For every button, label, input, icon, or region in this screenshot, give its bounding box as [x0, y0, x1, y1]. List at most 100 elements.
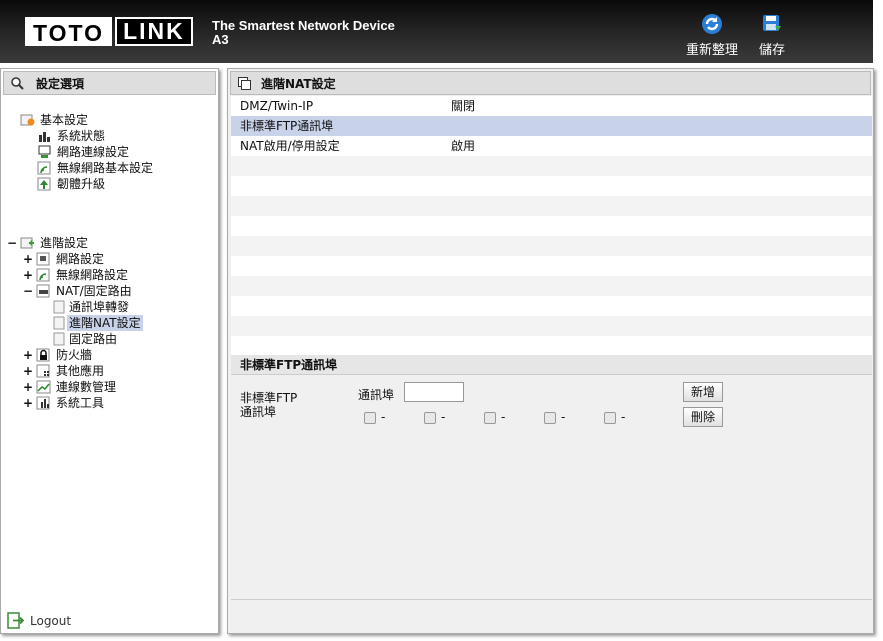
tree-item-network[interactable]: + 網路設定: [23, 251, 106, 267]
checkbox[interactable]: [364, 412, 376, 424]
port-entry-4[interactable]: -: [544, 410, 565, 424]
port-input[interactable]: [404, 382, 464, 402]
logout-icon: [7, 612, 24, 629]
tree-item-firewall[interactable]: + 防火牆: [23, 347, 94, 363]
tree-label: 基本設定: [40, 113, 89, 127]
wireless-icon: [36, 268, 50, 282]
port-entry-value: -: [381, 410, 386, 424]
save-icon: [763, 15, 781, 31]
logo-right: LINK: [115, 17, 193, 46]
empty-row: [231, 176, 872, 196]
expand-toggle[interactable]: +: [23, 347, 33, 363]
tree-label: 網路連線設定: [57, 145, 130, 159]
tagline: The Smartest Network Device A3: [212, 19, 395, 47]
page-title: 進階NAT設定: [261, 76, 336, 91]
checkbox[interactable]: [424, 412, 436, 424]
port-entry-2[interactable]: -: [424, 410, 445, 424]
row-nat-toggle[interactable]: NAT啟用/停用設定 啟用: [231, 136, 872, 156]
tagline-text: The Smartest Network Device: [212, 18, 395, 33]
row-key: DMZ/Twin-IP: [240, 99, 314, 113]
row-value: [451, 116, 872, 136]
tree-item-wireless[interactable]: + 無線網路設定: [23, 267, 130, 283]
router-icon: [36, 284, 50, 298]
tree-label: 其他應用: [56, 364, 105, 378]
port-entry-value: -: [621, 410, 626, 424]
tree-label: 系統狀態: [57, 129, 106, 143]
lock-icon: [36, 348, 50, 362]
empty-row: [231, 256, 872, 276]
tree-item-firmware[interactable]: 韌體升級: [37, 176, 107, 192]
ftp-label-line1: 非標準FTP: [240, 391, 298, 405]
totolink-logo: TOTO LINK: [25, 17, 193, 46]
top-header: TOTO LINK The Smartest Network Device A3…: [0, 0, 873, 63]
save-label: 儲存: [759, 43, 786, 58]
tools-icon: [36, 396, 50, 410]
section-title: 非標準FTP通訊埠: [231, 355, 872, 375]
tree-item-advanced-nat[interactable]: 進階NAT設定: [53, 315, 143, 331]
row-dmz[interactable]: DMZ/Twin-IP 關閉: [231, 96, 872, 116]
expand-toggle[interactable]: +: [23, 251, 33, 267]
expand-toggle[interactable]: +: [23, 267, 33, 283]
tree-item-connection-mgmt[interactable]: + 連線數管理: [23, 379, 118, 395]
sidebar: 設定選項 基本設定 系統狀態 網路連線設定 無線網路基本設定 韌體升級 − 進階…: [0, 68, 219, 634]
port-entry-1[interactable]: -: [364, 410, 385, 424]
port-label: 通訊埠: [358, 388, 395, 402]
expand-toggle[interactable]: +: [23, 395, 33, 411]
tree-label: 無線網路設定: [56, 268, 129, 282]
tree-label: 網路設定: [56, 252, 105, 266]
tree-label: NAT/固定路由: [56, 284, 132, 298]
sidebar-header: 設定選項: [3, 71, 216, 95]
tree-item-nat-routing[interactable]: − NAT/固定路由: [23, 283, 134, 299]
model-name: A3: [212, 32, 229, 47]
ftp-label-line2: 通訊埠: [240, 405, 277, 419]
checkbox[interactable]: [544, 412, 556, 424]
expand-toggle[interactable]: +: [23, 363, 33, 379]
empty-row: [231, 276, 872, 296]
row-value: 關閉: [451, 99, 476, 113]
expand-toggle[interactable]: +: [23, 379, 33, 395]
tree-label: 通訊埠轉發: [69, 300, 130, 314]
empty-row: [231, 236, 872, 256]
row-ftp-port[interactable]: 非標準FTP通訊埠: [231, 116, 872, 136]
upgrade-icon: [37, 177, 51, 191]
port-entry-value: -: [501, 410, 506, 424]
tree-item-internet[interactable]: 網路連線設定: [37, 144, 131, 160]
empty-row: [231, 336, 872, 356]
save-button[interactable]: 儲存: [759, 13, 785, 58]
tree-advanced-settings[interactable]: − 進階設定: [7, 235, 90, 251]
logo-left: TOTO: [25, 17, 113, 46]
delete-button[interactable]: 刪除: [683, 407, 723, 427]
add-button[interactable]: 新增: [683, 382, 723, 402]
tree-item-other-apps[interactable]: + 其他應用: [23, 363, 106, 379]
row-key: 非標準FTP通訊埠: [240, 119, 334, 133]
page-icon: [53, 300, 65, 314]
tree-item-static-route[interactable]: 固定路由: [53, 331, 119, 347]
logout-label: Logout: [30, 613, 72, 628]
port-entry-5[interactable]: -: [604, 410, 625, 424]
collapse-toggle[interactable]: −: [23, 283, 33, 299]
refresh-button[interactable]: 重新整理: [686, 13, 738, 58]
tree-item-port-forwarding[interactable]: 通訊埠轉發: [53, 299, 131, 315]
port-entry-3[interactable]: -: [484, 410, 505, 424]
empty-row: [231, 196, 872, 216]
collapse-toggle[interactable]: −: [7, 235, 17, 251]
checkbox[interactable]: [484, 412, 496, 424]
page-icon: [53, 316, 65, 330]
tree-label: 韌體升級: [57, 177, 106, 191]
row-value: 啟用: [451, 139, 476, 153]
tree-basic-settings[interactable]: 基本設定: [20, 112, 90, 128]
port-entry-value: -: [441, 410, 446, 424]
tree-item-wireless-basic[interactable]: 無線網路基本設定: [37, 160, 155, 176]
line-chart-icon: [36, 380, 51, 394]
tree-item-system-tools[interactable]: + 系統工具: [23, 395, 106, 411]
checkbox[interactable]: [604, 412, 616, 424]
row-key: NAT啟用/停用設定: [240, 139, 340, 153]
main-header: 進階NAT設定: [230, 71, 871, 95]
refresh-icon: [702, 14, 722, 34]
tree-label: 進階設定: [40, 236, 89, 250]
empty-row: [231, 156, 872, 176]
tree-item-system-status[interactable]: 系統狀態: [37, 128, 107, 144]
tree-label: 無線網路基本設定: [57, 161, 154, 175]
main-panel: 進階NAT設定 DMZ/Twin-IP 關閉 非標準FTP通訊埠 NAT啟用/停…: [227, 68, 874, 634]
logout-link[interactable]: Logout: [7, 612, 71, 629]
